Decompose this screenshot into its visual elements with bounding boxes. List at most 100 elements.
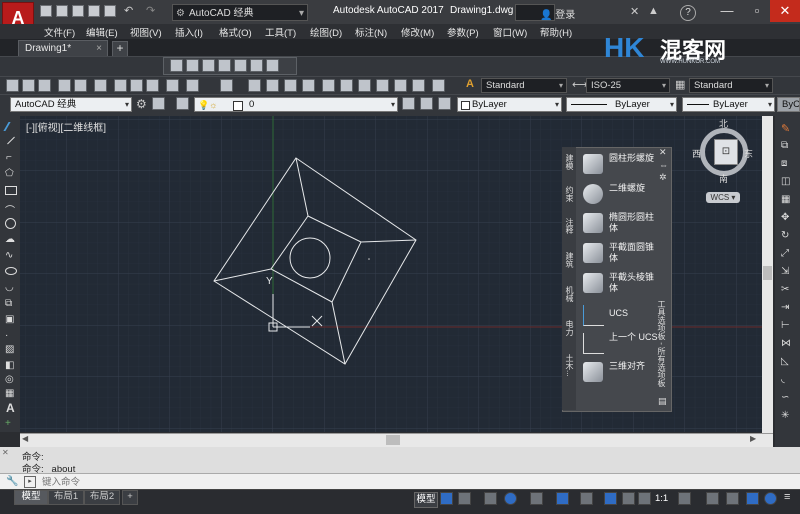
undo-icon[interactable]: ↶ — [124, 5, 136, 17]
palette-tab-architecture[interactable]: 建筑 — [563, 252, 575, 268]
clean-screen-icon[interactable] — [764, 492, 777, 505]
horizontal-scrollbar[interactable]: ◀ ▶ — [20, 433, 773, 447]
annotation-visibility-icon[interactable] — [638, 492, 651, 505]
zoom-icon[interactable] — [266, 79, 279, 92]
tool-palettes-icon[interactable] — [358, 79, 371, 92]
wrench-icon[interactable]: 🔧 — [6, 476, 18, 487]
new-tab-button[interactable]: + — [112, 41, 128, 57]
viewport-controls-label[interactable]: [-][俯视][二维线框] — [26, 119, 106, 134]
snap-icon[interactable] — [458, 492, 471, 505]
model-space-button[interactable]: 模型 — [414, 492, 438, 508]
view-icon[interactable] — [170, 59, 183, 72]
layer-state-icon[interactable] — [438, 97, 451, 110]
add-layout-button[interactable]: + — [122, 490, 138, 505]
vertical-scrollbar[interactable] — [762, 116, 773, 433]
menu-format[interactable]: 格式(O) — [219, 25, 252, 39]
view-icon[interactable] — [218, 59, 231, 72]
add-selected-icon[interactable]: + — [5, 418, 11, 429]
palette-item-frustum-cone[interactable]: 平截面圆锥体 — [581, 240, 659, 268]
help-icon[interactable] — [432, 79, 445, 92]
table-icon[interactable]: ▦ — [5, 388, 14, 399]
customization-menu-icon[interactable]: ≡ — [784, 491, 790, 503]
a360-icon[interactable]: ▲ — [648, 5, 659, 17]
isolate-icon[interactable] — [726, 492, 739, 505]
publish-icon[interactable] — [94, 79, 107, 92]
help-button[interactable]: ? — [680, 5, 696, 21]
color-select[interactable]: ByLayer ▾ — [457, 97, 562, 112]
exchange-icon[interactable]: ✕ — [630, 5, 639, 18]
menu-edit[interactable]: 编辑(E) — [86, 25, 118, 39]
palette-tab-modeling[interactable]: 建模 — [563, 154, 575, 170]
menu-file[interactable]: 文件(F) — [44, 25, 75, 39]
palette-tab-annotation[interactable]: 注释 — [563, 218, 575, 234]
auto-hide-icon[interactable]: ⇔ — [659, 160, 668, 170]
palette-tab-constraints[interactable]: 约束 — [563, 186, 575, 202]
palette-item-frustum-pyramid[interactable]: 平截头棱锥体 — [581, 270, 659, 298]
view-icon[interactable] — [234, 59, 247, 72]
palette-tab-electrical[interactable]: 电力 — [563, 320, 575, 336]
blend-icon[interactable]: ∽ — [781, 392, 789, 403]
extend-icon[interactable]: ⇥ — [781, 302, 789, 313]
isometric-icon[interactable] — [530, 492, 543, 505]
menu-window[interactable]: 窗口(W) — [493, 25, 527, 39]
match-properties-icon[interactable] — [166, 79, 179, 92]
spline-icon[interactable]: ∿ — [5, 250, 13, 261]
pan-icon[interactable] — [248, 79, 261, 92]
rectangle-icon[interactable] — [5, 186, 17, 195]
ellipse-icon[interactable] — [5, 267, 17, 275]
break-icon[interactable]: ⊢ — [781, 320, 790, 331]
infer-constraints-icon[interactable] — [484, 492, 497, 505]
region-icon[interactable]: ◎ — [5, 374, 14, 385]
viewcube-west[interactable]: 西 — [692, 147, 701, 160]
recent-commands-icon[interactable]: ▸ — [24, 476, 36, 488]
copy-icon[interactable] — [130, 79, 143, 92]
palette-item-elliptic-cylinder[interactable]: 椭圆形圆柱体 — [581, 210, 659, 238]
text-icon[interactable]: A — [6, 401, 15, 415]
workspace-combo[interactable]: AutoCAD 经典 ▾ — [10, 97, 132, 112]
menu-insert[interactable]: 插入(I) — [175, 25, 203, 39]
calculator-icon[interactable] — [412, 79, 425, 92]
close-icon[interactable]: ✕ — [2, 448, 9, 457]
linetype-select[interactable]: ByLayer ▾ — [566, 97, 677, 112]
login-link[interactable]: 👤 登录 — [540, 6, 575, 21]
workspace-settings-icon[interactable] — [152, 97, 165, 110]
workspace-select[interactable]: ⚙ AutoCAD 经典 ▾ — [172, 4, 308, 21]
plot-icon[interactable] — [58, 79, 71, 92]
menu-draw[interactable]: 绘图(D) — [310, 25, 342, 39]
redo-icon[interactable]: ↷ — [146, 5, 158, 17]
rotate-icon[interactable]: ↻ — [781, 230, 789, 241]
chamfer-icon[interactable]: ◺ — [781, 356, 789, 367]
menu-view[interactable]: 视图(V) — [130, 25, 162, 39]
tab-model[interactable]: 模型 — [14, 490, 48, 505]
view-icon[interactable] — [250, 59, 263, 72]
palette-tab-mechanical[interactable]: 机械 — [563, 286, 575, 302]
gradient-icon[interactable]: ◧ — [5, 360, 14, 371]
zoom-previous-icon[interactable] — [302, 79, 315, 92]
properties-icon[interactable] — [322, 79, 335, 92]
tab-layout1[interactable]: 布局1 — [48, 490, 84, 505]
layer-previous-icon[interactable] — [420, 97, 433, 110]
cut-icon[interactable] — [114, 79, 127, 92]
document-tab[interactable]: Drawing1* × — [18, 40, 108, 56]
markup-icon[interactable] — [394, 79, 407, 92]
text-style-select[interactable]: Standard ▾ — [481, 78, 567, 93]
ellipse-arc-icon[interactable]: ◡ — [5, 282, 14, 293]
tab-layout2[interactable]: 布局2 — [84, 490, 120, 505]
redo-icon[interactable] — [220, 79, 233, 92]
paste-icon[interactable] — [146, 79, 159, 92]
object-snap-icon[interactable] — [580, 492, 593, 505]
lineweight-icon[interactable] — [604, 492, 617, 505]
gear-icon[interactable] — [678, 492, 691, 505]
undo-icon[interactable] — [186, 79, 199, 92]
palette-item-ucs[interactable]: UCS — [581, 302, 659, 330]
insert-block-icon[interactable]: ⧉ — [5, 298, 12, 309]
circle-icon[interactable] — [5, 218, 16, 229]
fillet-icon[interactable]: ◟ — [781, 374, 785, 385]
lineweight-select[interactable]: ByLayer ▾ — [682, 97, 775, 112]
object-snap-tracking-icon[interactable] — [556, 492, 569, 505]
open-icon[interactable] — [56, 5, 68, 17]
plot-icon[interactable] — [104, 5, 116, 17]
palette-item-helix[interactable]: 圆柱形螺旋 — [581, 151, 659, 179]
plot-style-select[interactable]: ByCo — [777, 97, 800, 112]
sheet-set-icon[interactable] — [376, 79, 389, 92]
